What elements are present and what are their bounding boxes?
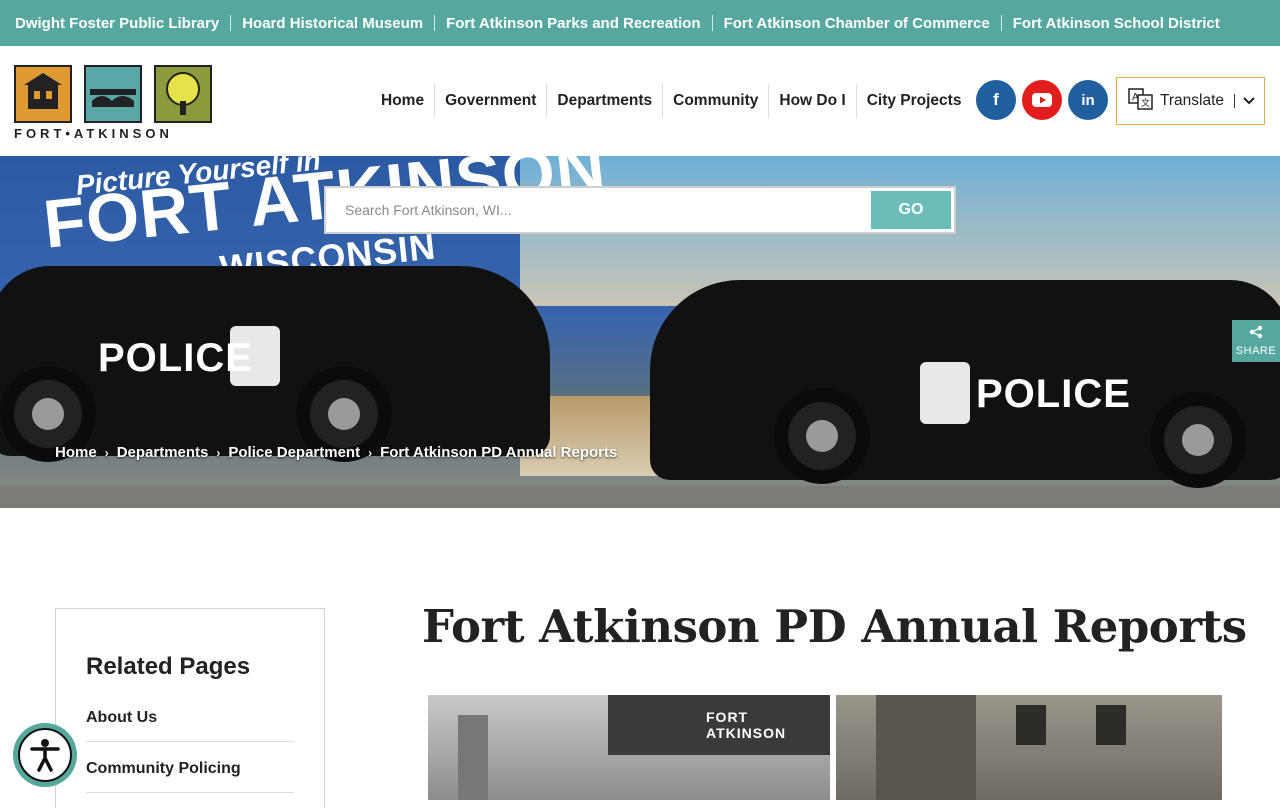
nav-city-projects[interactable]: City Projects — [855, 84, 972, 118]
car-badge — [920, 362, 970, 424]
search-go-button[interactable]: GO — [871, 191, 951, 229]
site-search: GO — [324, 186, 956, 234]
link-hoard-museum[interactable]: Hoard Historical Museum — [242, 15, 423, 32]
breadcrumb-departments[interactable]: Departments — [117, 444, 209, 461]
police-car-left: POLICE — [0, 266, 550, 462]
sidebar-title: Related Pages — [86, 653, 251, 680]
site-header: FORT•ATKINSON Home Government Department… — [0, 46, 1280, 156]
linkedin-icon[interactable]: in — [1068, 80, 1108, 120]
divider — [230, 15, 232, 31]
nav-how-do-i[interactable]: How Do I — [768, 84, 855, 118]
building-window — [1096, 705, 1126, 745]
logo-tile-tree — [154, 65, 212, 123]
building-facade — [876, 695, 976, 800]
breadcrumb-current: Fort Atkinson PD Annual Reports — [380, 444, 618, 461]
building-window — [1016, 705, 1046, 745]
related-pages-sidebar: Related Pages About Us Community Policin… — [55, 608, 325, 808]
breadcrumb-home[interactable]: Home — [55, 444, 97, 461]
nav-government[interactable]: Government — [434, 84, 546, 118]
accessibility-button[interactable] — [13, 723, 77, 787]
divider — [1000, 15, 1002, 31]
share-label: SHARE — [1235, 345, 1277, 357]
logo-tiles — [14, 65, 214, 123]
page-title: Fort Atkinson PD Annual Reports — [422, 600, 1247, 653]
logo-tile-bridge — [84, 65, 142, 123]
nav-departments[interactable]: Departments — [546, 84, 662, 118]
quick-links-bar: Dwight Foster Public Library Hoard Histo… — [0, 0, 1280, 46]
share-button[interactable]: SHARE — [1232, 320, 1280, 362]
chevron-down-icon — [1243, 94, 1255, 108]
logo-wordmark: FORT•ATKINSON — [14, 126, 173, 141]
share-icon — [1249, 325, 1263, 344]
divider — [711, 15, 713, 31]
accessibility-icon — [18, 728, 72, 782]
sidebar-item-community-policing[interactable]: Community Policing — [86, 742, 294, 793]
chevron-right-icon: › — [216, 445, 221, 460]
site-logo[interactable]: FORT•ATKINSON — [14, 65, 214, 143]
link-parks-recreation[interactable]: Fort Atkinson Parks and Recreation — [446, 15, 701, 32]
link-chamber-of-commerce[interactable]: Fort Atkinson Chamber of Commerce — [724, 15, 990, 32]
historic-photo-street — [836, 695, 1222, 800]
translate-icon: A文 — [1128, 87, 1154, 115]
breadcrumb-police-department[interactable]: Police Department — [228, 444, 360, 461]
link-school-district[interactable]: Fort Atkinson School District — [1013, 15, 1220, 32]
building-column — [458, 715, 488, 800]
building-sign: FORT ATKINSON — [706, 709, 787, 741]
divider — [434, 15, 436, 31]
logo-tile-building — [14, 65, 72, 123]
car-police-text: POLICE — [98, 336, 253, 380]
car-police-text: POLICE — [976, 372, 1131, 416]
divider — [1234, 94, 1236, 108]
car-wheel — [774, 388, 870, 484]
breadcrumb: Home › Departments › Police Department ›… — [55, 444, 617, 461]
link-dwight-foster-library[interactable]: Dwight Foster Public Library — [15, 15, 219, 32]
chevron-right-icon: › — [104, 445, 109, 460]
chevron-right-icon: › — [368, 445, 373, 460]
historic-photo-municipal-building: FORT ATKINSON — [428, 695, 830, 800]
sidebar-item-about-us[interactable]: About Us — [86, 699, 294, 742]
svg-text:文: 文 — [1141, 97, 1150, 109]
police-car-right: POLICE — [650, 280, 1280, 488]
youtube-icon[interactable] — [1022, 80, 1062, 120]
hero-ground — [0, 486, 1280, 508]
facebook-icon[interactable]: f — [976, 80, 1016, 120]
nav-home[interactable]: Home — [371, 84, 434, 118]
nav-community[interactable]: Community — [662, 84, 768, 118]
search-input[interactable] — [326, 188, 868, 232]
main-navigation: Home Government Departments Community Ho… — [371, 84, 971, 118]
translate-label: Translate — [1160, 92, 1225, 109]
translate-dropdown[interactable]: A文 Translate — [1116, 77, 1265, 125]
car-wheel — [1150, 392, 1246, 488]
